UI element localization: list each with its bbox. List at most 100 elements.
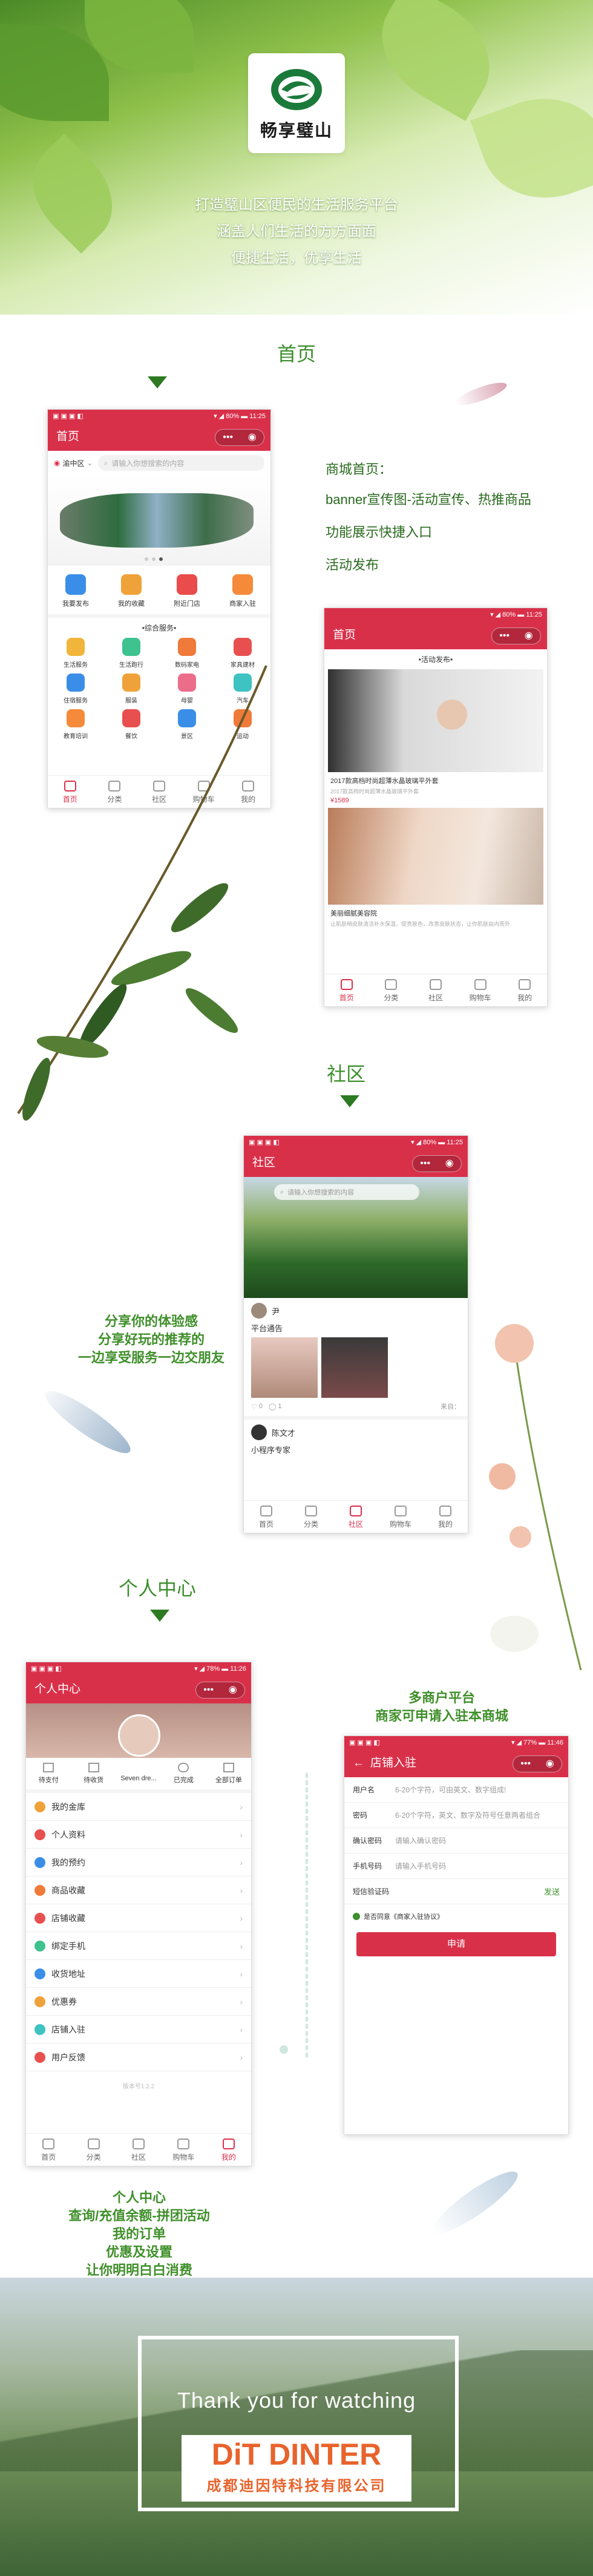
agreement-row[interactable]: 是否同意《商家入驻协议》 (344, 1904, 568, 1929)
more-icon[interactable]: ••• (203, 1676, 214, 1704)
tab-mine[interactable]: 我的 (502, 974, 547, 1006)
post-image[interactable] (321, 1337, 388, 1398)
order-completed[interactable]: 已完成 (161, 1763, 206, 1785)
tab-category[interactable]: 分类 (369, 974, 414, 1006)
field-password[interactable]: 密码 6-20个字符，英文、数字及符号任意两者组合 (344, 1803, 568, 1828)
field-placeholder[interactable]: 6-20个字符，可由英文、数字组成! (395, 1785, 506, 1795)
tab-community[interactable]: 社区 (413, 974, 458, 1006)
comment-icon[interactable]: ◯ (269, 1403, 276, 1411)
tab-home[interactable]: 首页 (26, 2134, 71, 2166)
send-code-button[interactable]: 发送 (544, 1886, 560, 1897)
post-image[interactable] (251, 1337, 318, 1398)
menu-item-coupon[interactable]: 优惠券 › (26, 1988, 251, 2016)
order-pending-pay[interactable]: 待支付 (26, 1763, 71, 1785)
mini-program-capsule[interactable]: ••• ◉ (412, 1155, 462, 1172)
apply-button[interactable]: 申请 (356, 1932, 556, 1956)
field-sms-code[interactable]: 短信验证码 发送 (344, 1879, 568, 1904)
field-confirm-password[interactable]: 确认密码 请输入确认密码 (344, 1828, 568, 1853)
menu-item-address[interactable]: 收货地址 › (26, 1960, 251, 1988)
back-arrow-icon[interactable]: ← (353, 1757, 364, 1769)
more-icon[interactable]: ••• (223, 424, 233, 451)
location-search-row: ◉ 渝中区 ⌄ ⌕ 请输入你想搜索的内容 (48, 451, 270, 475)
tab-cart[interactable]: 购物车 (458, 974, 503, 1006)
annotation: 个人中心 (112, 2190, 166, 2205)
field-placeholder[interactable]: 请输入手机号码 (395, 1861, 446, 1871)
post-card[interactable]: 陈文才 小程序专家 (244, 1420, 468, 1464)
status-info: ▾ ◢ 77% ▬ 11:46 (511, 1739, 563, 1746)
tab-community[interactable]: 社区 (333, 1501, 378, 1533)
tab-mine[interactable]: 我的 (423, 1501, 468, 1533)
search-input[interactable]: ⌕ 请输入你想搜索的内容 (97, 455, 264, 471)
avatar[interactable] (118, 1714, 160, 1757)
close-icon[interactable]: ◉ (546, 1750, 554, 1778)
activity-image-1[interactable] (328, 669, 543, 772)
tab-mine[interactable]: 我的 (206, 2134, 251, 2166)
chevron-right-icon: › (240, 1857, 243, 1867)
quick-entry-nearby[interactable]: 附近门店 (159, 574, 215, 608)
tab-category[interactable]: 分类 (71, 2134, 116, 2166)
tab-home[interactable]: 首页 (244, 1501, 289, 1533)
chevron-down-icon[interactable]: ⌄ (87, 459, 93, 467)
activity-item-1[interactable]: 2017款高档时尚超薄水晶玻璃平外套 2017款高档时尚超薄水晶玻璃平外套 ¥1… (324, 772, 547, 808)
close-icon[interactable]: ◉ (525, 622, 533, 650)
tab-label: 购物车 (389, 1520, 411, 1529)
tab-label: 我的 (221, 2153, 236, 2161)
chevron-right-icon: › (240, 1829, 243, 1840)
tab-community[interactable]: 社区 (116, 2134, 161, 2166)
tab-cart[interactable]: 购物车 (378, 1501, 423, 1533)
menu-item-shop-join[interactable]: 店铺入驻 › (26, 2016, 251, 2043)
mini-program-capsule[interactable]: ••• ◉ (215, 429, 264, 446)
mini-program-capsule[interactable]: ••• ◉ (195, 1682, 245, 1699)
menu-item-feedback[interactable]: 用户反馈 › (26, 2043, 251, 2071)
menu-item-bind-phone[interactable]: 绑定手机 › (26, 1932, 251, 1960)
field-phone[interactable]: 手机号码 请输入手机号码 (344, 1853, 568, 1879)
menu-item-appointment[interactable]: 我的预约 › (26, 1849, 251, 1876)
location-icon (34, 1968, 45, 1979)
activity-item-2[interactable]: 美丽细腻美容院 让肌肤稍皮肤清洁补水保湿，提亮肤色，改善皮肤状态，让你肌肤由内而… (324, 905, 547, 931)
category-icon (87, 2138, 100, 2149)
location-selector[interactable]: 渝中区 (62, 458, 84, 468)
search-input[interactable]: ⌕ 请输入你想搜索的内容 (274, 1184, 419, 1200)
menu-item-vault[interactable]: 我的金库 › (26, 1793, 251, 1821)
field-placeholder[interactable]: 请输入确认密码 (395, 1835, 446, 1846)
mini-program-capsule[interactable]: ••• ◉ (513, 1755, 562, 1772)
tab-category[interactable]: 分类 (289, 1501, 333, 1533)
tab-label: 首页 (41, 2153, 56, 2161)
annotation: 一边享受服务一边交朋友 (77, 1350, 224, 1365)
more-icon[interactable]: ••• (499, 622, 509, 650)
post-footer: ♡ 0 ◯ 1 来自： (251, 1401, 460, 1411)
close-icon[interactable]: ◉ (445, 1150, 454, 1178)
more-icon[interactable]: ••• (520, 1750, 531, 1778)
tab-home[interactable]: 首页 (324, 974, 369, 1006)
menu-item-profile[interactable]: 个人资料 › (26, 1821, 251, 1849)
connector-dot (280, 2045, 288, 2054)
agreement-text: 是否同意《商家入驻协议》 (364, 1913, 444, 1921)
mini-program-capsule[interactable]: ••• ◉ (491, 628, 541, 644)
order-pending-receive[interactable]: 待收货 (71, 1763, 116, 1785)
activity-image-2[interactable] (328, 808, 543, 905)
quick-entry-merchant[interactable]: 商家入驻 (215, 574, 270, 608)
more-icon[interactable]: ••• (420, 1150, 430, 1178)
menu-item-shop-fav[interactable]: 店铺收藏 › (26, 1904, 251, 1932)
quick-entry-favorites[interactable]: 我的收藏 (103, 574, 159, 608)
field-username[interactable]: 用户名 6-20个字符，可由英文、数字组成! (344, 1777, 568, 1803)
promo-banner[interactable] (48, 475, 270, 566)
publish-icon (65, 574, 86, 595)
close-icon[interactable]: ◉ (248, 424, 257, 451)
checkbox-icon[interactable] (353, 1913, 360, 1920)
brand-logo: DiT DINTER (182, 2435, 411, 2474)
community-banner[interactable]: ⌕ 请输入你想搜索的内容 (244, 1177, 468, 1298)
logo-text: 畅享璧山 (260, 121, 333, 140)
menu-item-goods-fav[interactable]: 商品收藏 › (26, 1876, 251, 1904)
tab-cart[interactable]: 购物车 (161, 2134, 206, 2166)
search-placeholder: 请输入你想搜索的内容 (111, 459, 185, 468)
quick-entry-publish[interactable]: 我要发布 (48, 574, 103, 608)
order-all[interactable]: 全部订单 (206, 1763, 251, 1785)
post-card[interactable]: 尹 平台通告 ♡ 0 ◯ 1 来自： (244, 1298, 468, 1420)
field-placeholder[interactable]: 6-20个字符，英文、数字及符号任意两者组合 (395, 1810, 540, 1820)
list-icon (223, 1763, 234, 1772)
quick-label: 我的收藏 (118, 600, 145, 608)
close-icon[interactable]: ◉ (229, 1676, 237, 1704)
menu-label: 我的金库 (51, 1801, 85, 1812)
heart-icon[interactable]: ♡ (251, 1403, 257, 1411)
